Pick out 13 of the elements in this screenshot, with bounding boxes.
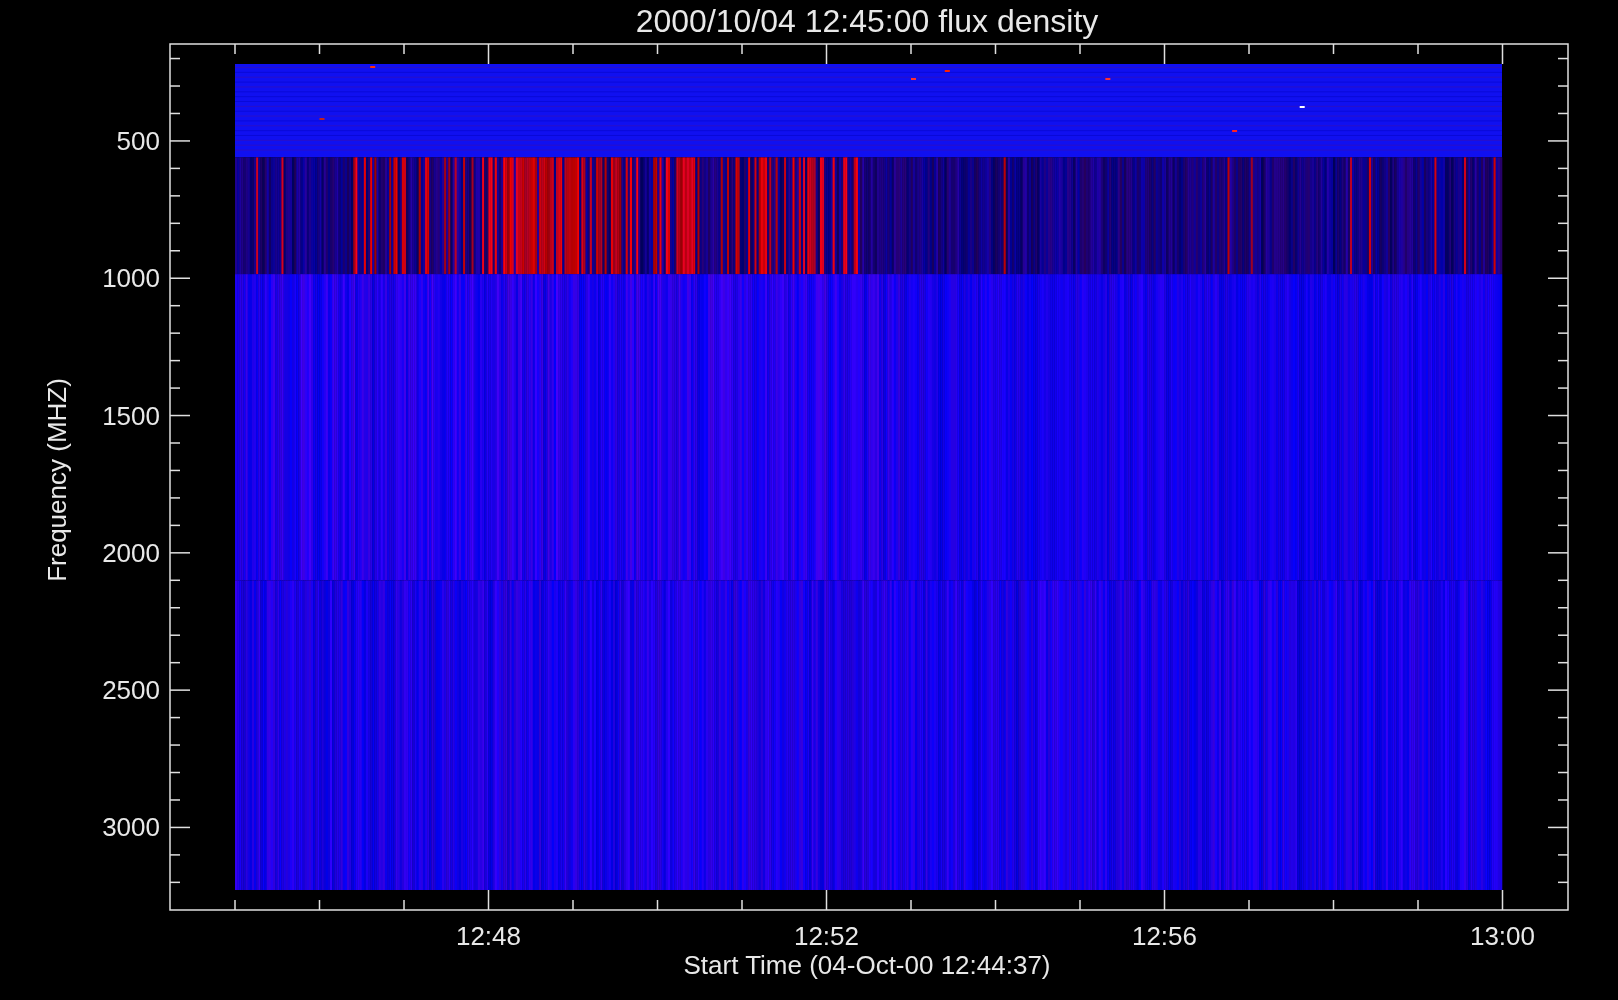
plot-title: 2000/10/04 12:45:00 flux density xyxy=(635,3,1099,39)
x-tick-label: 12:56 xyxy=(1131,921,1198,951)
x-tick-label: 13:00 xyxy=(1469,921,1536,951)
y-tick-label: 3000 xyxy=(102,812,160,843)
y-tick-label: 500 xyxy=(116,125,160,156)
y-tick-label: 2000 xyxy=(102,537,160,568)
y-tick-label: 1000 xyxy=(102,263,160,294)
y-tick-label: 1500 xyxy=(102,400,160,431)
x-axis-label: Start Time (04-Oct-00 12:44:37) xyxy=(683,950,1051,980)
y-tick-label: 2500 xyxy=(102,675,160,706)
y-axis-label: Frequency (MHZ) xyxy=(42,378,72,582)
x-tick-label: 12:48 xyxy=(455,921,522,951)
x-tick-label: 12:52 xyxy=(793,921,860,951)
